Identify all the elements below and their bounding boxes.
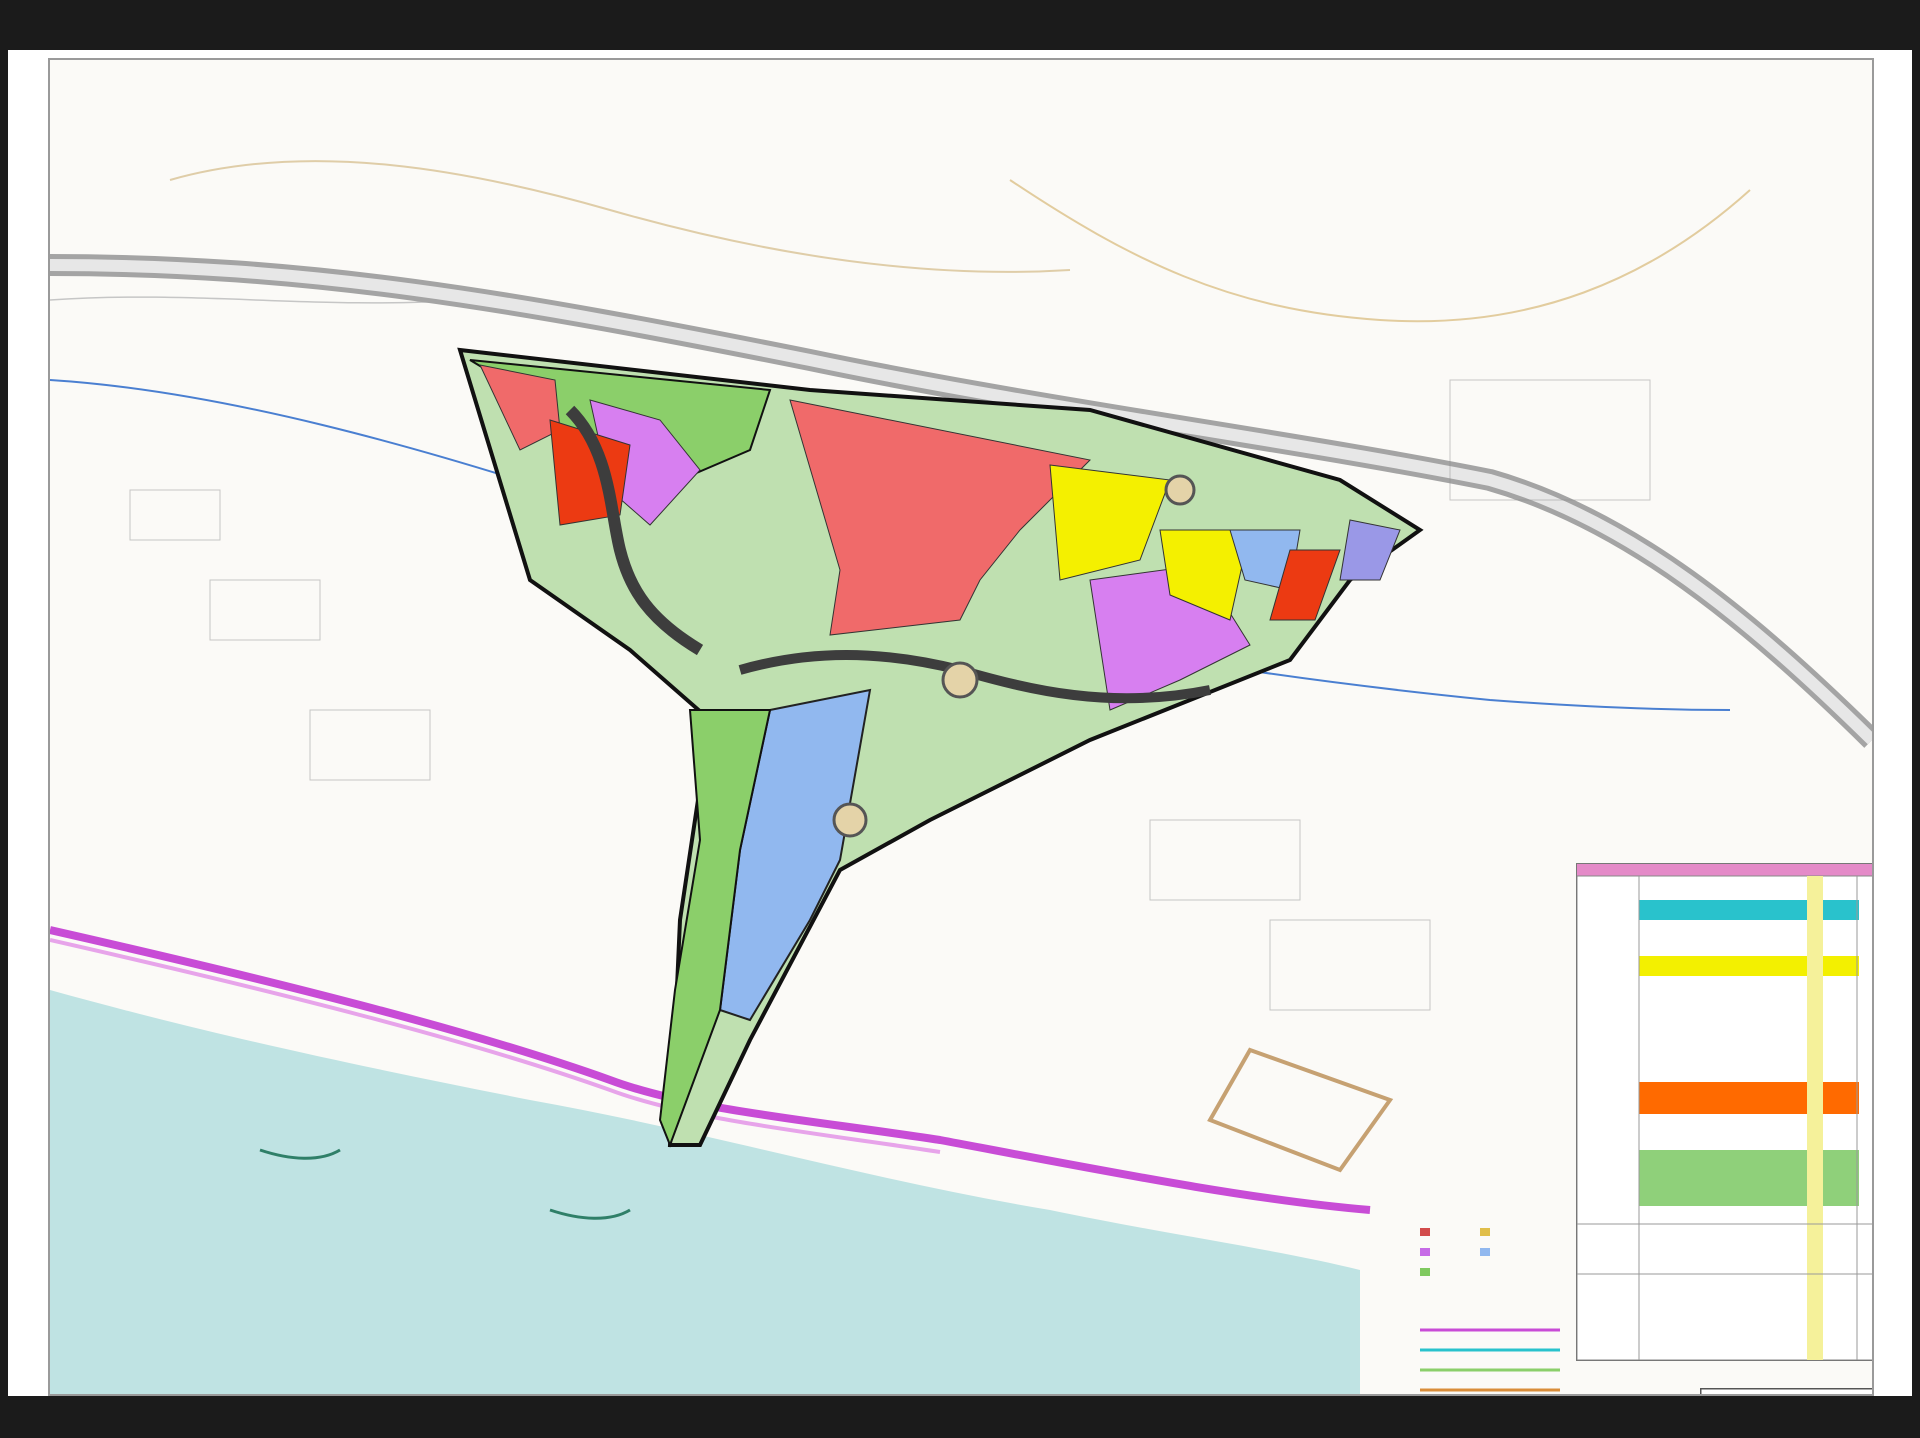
roundabout — [941, 661, 979, 699]
roundabout-3 — [1164, 474, 1196, 506]
title-block — [1700, 1388, 1872, 1394]
contour-line — [169, 160, 1071, 273]
zoning-table — [1576, 863, 1872, 1361]
roundabout-2 — [832, 802, 868, 838]
contour-line — [1009, 179, 1751, 323]
port-outline — [1207, 1047, 1394, 1173]
public-service-parcel — [1339, 519, 1401, 581]
map-legend — [1410, 1220, 1570, 1394]
zoning-map — [48, 58, 1874, 1396]
table-graphic — [1576, 864, 1872, 1361]
legend-graphic — [1420, 1228, 1560, 1392]
title-block-graphic — [1700, 1388, 1872, 1394]
